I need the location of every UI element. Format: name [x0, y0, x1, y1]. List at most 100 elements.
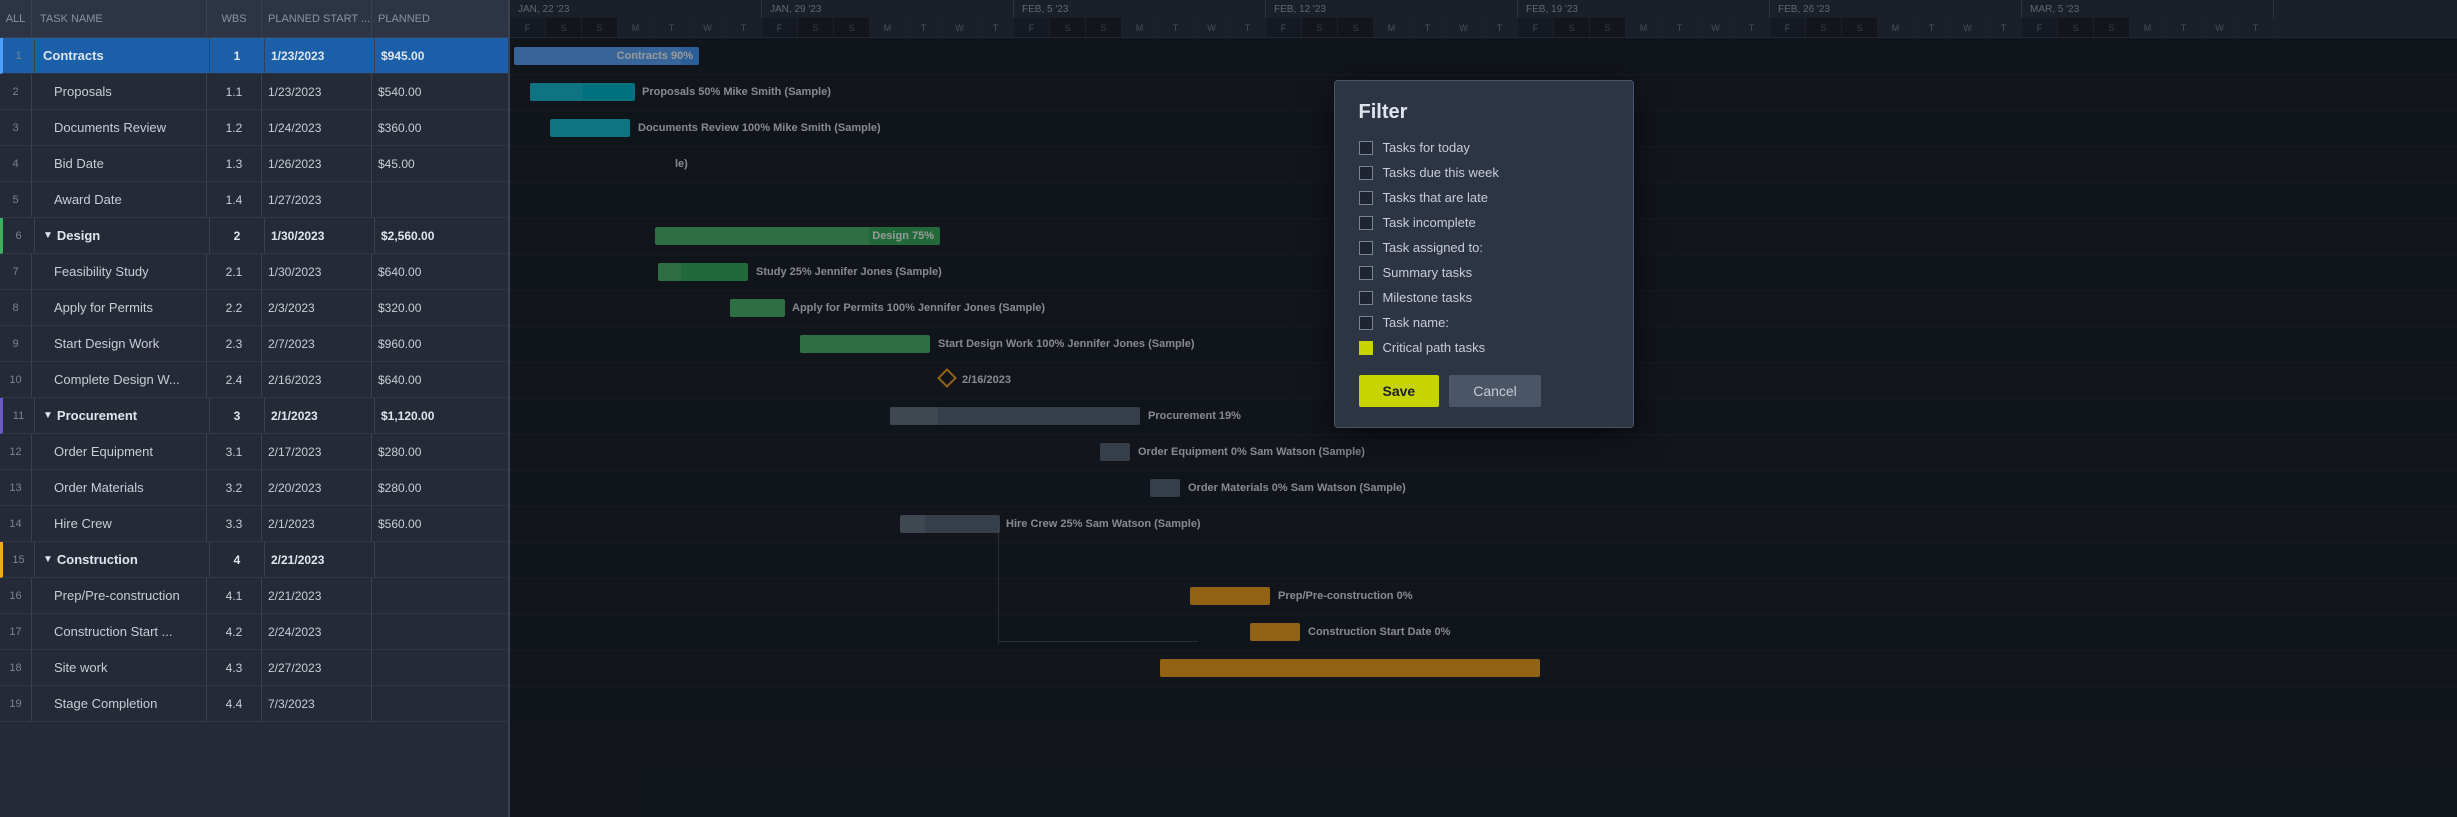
- main-container: ALL TASK NAME WBS PLANNED START ... PLAN…: [0, 0, 2457, 817]
- filter-checkbox-incomplete[interactable]: [1359, 216, 1373, 230]
- row-number: 3: [0, 110, 32, 145]
- table-row[interactable]: 19 Stage Completion 4.4 7/3/2023: [0, 686, 508, 722]
- row-start: 2/21/2023: [262, 578, 372, 613]
- row-taskname: Construction Start ...: [32, 614, 207, 649]
- table-row[interactable]: 13 Order Materials 3.2 2/20/2023 $280.00: [0, 470, 508, 506]
- row-taskname: Bid Date: [32, 146, 207, 181]
- row-wbs: 4.1: [207, 578, 262, 613]
- filter-checkbox-today[interactable]: [1359, 141, 1373, 155]
- table-row[interactable]: 4 Bid Date 1.3 1/26/2023 $45.00: [0, 146, 508, 182]
- row-wbs: 3: [210, 398, 265, 433]
- row-wbs: 2.3: [207, 326, 262, 361]
- cancel-button[interactable]: Cancel: [1449, 375, 1541, 407]
- row-planned: $1,120.00: [375, 398, 463, 433]
- row-start: 2/27/2023: [262, 650, 372, 685]
- filter-checkbox-late[interactable]: [1359, 191, 1373, 205]
- row-wbs: 3.3: [207, 506, 262, 541]
- row-taskname: Order Equipment: [32, 434, 207, 469]
- table-row[interactable]: 14 Hire Crew 3.3 2/1/2023 $560.00: [0, 506, 508, 542]
- row-number: 4: [0, 146, 32, 181]
- col-header-all: ALL: [0, 0, 32, 37]
- table-row[interactable]: 18 Site work 4.3 2/27/2023: [0, 650, 508, 686]
- table-row[interactable]: 7 Feasibility Study 2.1 1/30/2023 $640.0…: [0, 254, 508, 290]
- filter-label-today: Tasks for today: [1383, 140, 1470, 155]
- row-wbs: 4.2: [207, 614, 262, 649]
- filter-label-assigned: Task assigned to:: [1383, 240, 1483, 255]
- row-taskname: Proposals: [32, 74, 207, 109]
- filter-checkbox-taskname[interactable]: [1359, 316, 1373, 330]
- row-planned: $320.00: [372, 290, 460, 325]
- table-row[interactable]: 16 Prep/Pre-construction 4.1 2/21/2023: [0, 578, 508, 614]
- row-wbs: 1.1: [207, 74, 262, 109]
- row-planned: [372, 650, 460, 685]
- table-row[interactable]: 5 Award Date 1.4 1/27/2023: [0, 182, 508, 218]
- table-row[interactable]: 6 ▼Design 2 1/30/2023 $2,560.00: [0, 218, 508, 254]
- filter-item-milestone: Milestone tasks: [1359, 290, 1609, 305]
- row-taskname: Contracts: [35, 38, 210, 73]
- filter-item-critical: Critical path tasks: [1359, 340, 1609, 355]
- task-table: ALL TASK NAME WBS PLANNED START ... PLAN…: [0, 0, 510, 817]
- row-planned: $360.00: [372, 110, 460, 145]
- row-number: 12: [0, 434, 32, 469]
- table-body: 1 Contracts 1 1/23/2023 $945.00 2 Propos…: [0, 38, 508, 722]
- row-taskname: Order Materials: [32, 470, 207, 505]
- row-number: 2: [0, 74, 32, 109]
- row-wbs: 2.2: [207, 290, 262, 325]
- row-number: 15: [3, 542, 35, 577]
- row-start: 2/1/2023: [262, 506, 372, 541]
- row-number: 6: [3, 218, 35, 253]
- row-number: 1: [3, 38, 35, 73]
- row-planned: [372, 182, 460, 217]
- row-taskname: ▼Construction: [35, 542, 210, 577]
- filter-item-late: Tasks that are late: [1359, 190, 1609, 205]
- filter-label-incomplete: Task incomplete: [1383, 215, 1476, 230]
- row-number: 9: [0, 326, 32, 361]
- filter-item-incomplete: Task incomplete: [1359, 215, 1609, 230]
- row-start: 2/7/2023: [262, 326, 372, 361]
- row-start: 2/21/2023: [265, 542, 375, 577]
- table-row[interactable]: 1 Contracts 1 1/23/2023 $945.00: [0, 38, 508, 74]
- row-wbs: 3.2: [207, 470, 262, 505]
- row-number: 11: [3, 398, 35, 433]
- table-row[interactable]: 10 Complete Design W... 2.4 2/16/2023 $6…: [0, 362, 508, 398]
- row-wbs: 1: [210, 38, 265, 73]
- row-planned: $945.00: [375, 38, 463, 73]
- save-button[interactable]: Save: [1359, 375, 1440, 407]
- row-planned: [372, 614, 460, 649]
- table-row[interactable]: 15 ▼Construction 4 2/21/2023: [0, 542, 508, 578]
- filter-checkbox-milestone[interactable]: [1359, 291, 1373, 305]
- table-row[interactable]: 8 Apply for Permits 2.2 2/3/2023 $320.00: [0, 290, 508, 326]
- filter-label-critical: Critical path tasks: [1383, 340, 1486, 355]
- filter-checkbox-summary[interactable]: [1359, 266, 1373, 280]
- row-start: 2/16/2023: [262, 362, 372, 397]
- filter-item-summary: Summary tasks: [1359, 265, 1609, 280]
- row-number: 5: [0, 182, 32, 217]
- table-row[interactable]: 17 Construction Start ... 4.2 2/24/2023: [0, 614, 508, 650]
- row-taskname: Complete Design W...: [32, 362, 207, 397]
- col-header-planned: PLANNED: [372, 0, 460, 37]
- table-row[interactable]: 2 Proposals 1.1 1/23/2023 $540.00: [0, 74, 508, 110]
- table-row[interactable]: 9 Start Design Work 2.3 2/7/2023 $960.00: [0, 326, 508, 362]
- table-row[interactable]: 11 ▼Procurement 3 2/1/2023 $1,120.00: [0, 398, 508, 434]
- row-start: 2/20/2023: [262, 470, 372, 505]
- filter-dialog-overlay: Filter Tasks for today Tasks due this we…: [510, 0, 2457, 817]
- row-taskname: Award Date: [32, 182, 207, 217]
- filter-checkbox-critical-yellow[interactable]: [1359, 341, 1373, 355]
- row-taskname: Documents Review: [32, 110, 207, 145]
- row-planned: $960.00: [372, 326, 460, 361]
- table-row[interactable]: 12 Order Equipment 3.1 2/17/2023 $280.00: [0, 434, 508, 470]
- row-taskname: Hire Crew: [32, 506, 207, 541]
- row-wbs: 2: [210, 218, 265, 253]
- filter-label-late: Tasks that are late: [1383, 190, 1489, 205]
- row-planned: $45.00: [372, 146, 460, 181]
- row-planned: $280.00: [372, 434, 460, 469]
- row-start: 2/3/2023: [262, 290, 372, 325]
- row-taskname: ▼Design: [35, 218, 210, 253]
- filter-checkbox-week[interactable]: [1359, 166, 1373, 180]
- filter-checkbox-assigned[interactable]: [1359, 241, 1373, 255]
- filter-item-today: Tasks for today: [1359, 140, 1609, 155]
- table-row[interactable]: 3 Documents Review 1.2 1/24/2023 $360.00: [0, 110, 508, 146]
- row-number: 7: [0, 254, 32, 289]
- row-planned: [372, 578, 460, 613]
- row-start: 2/1/2023: [265, 398, 375, 433]
